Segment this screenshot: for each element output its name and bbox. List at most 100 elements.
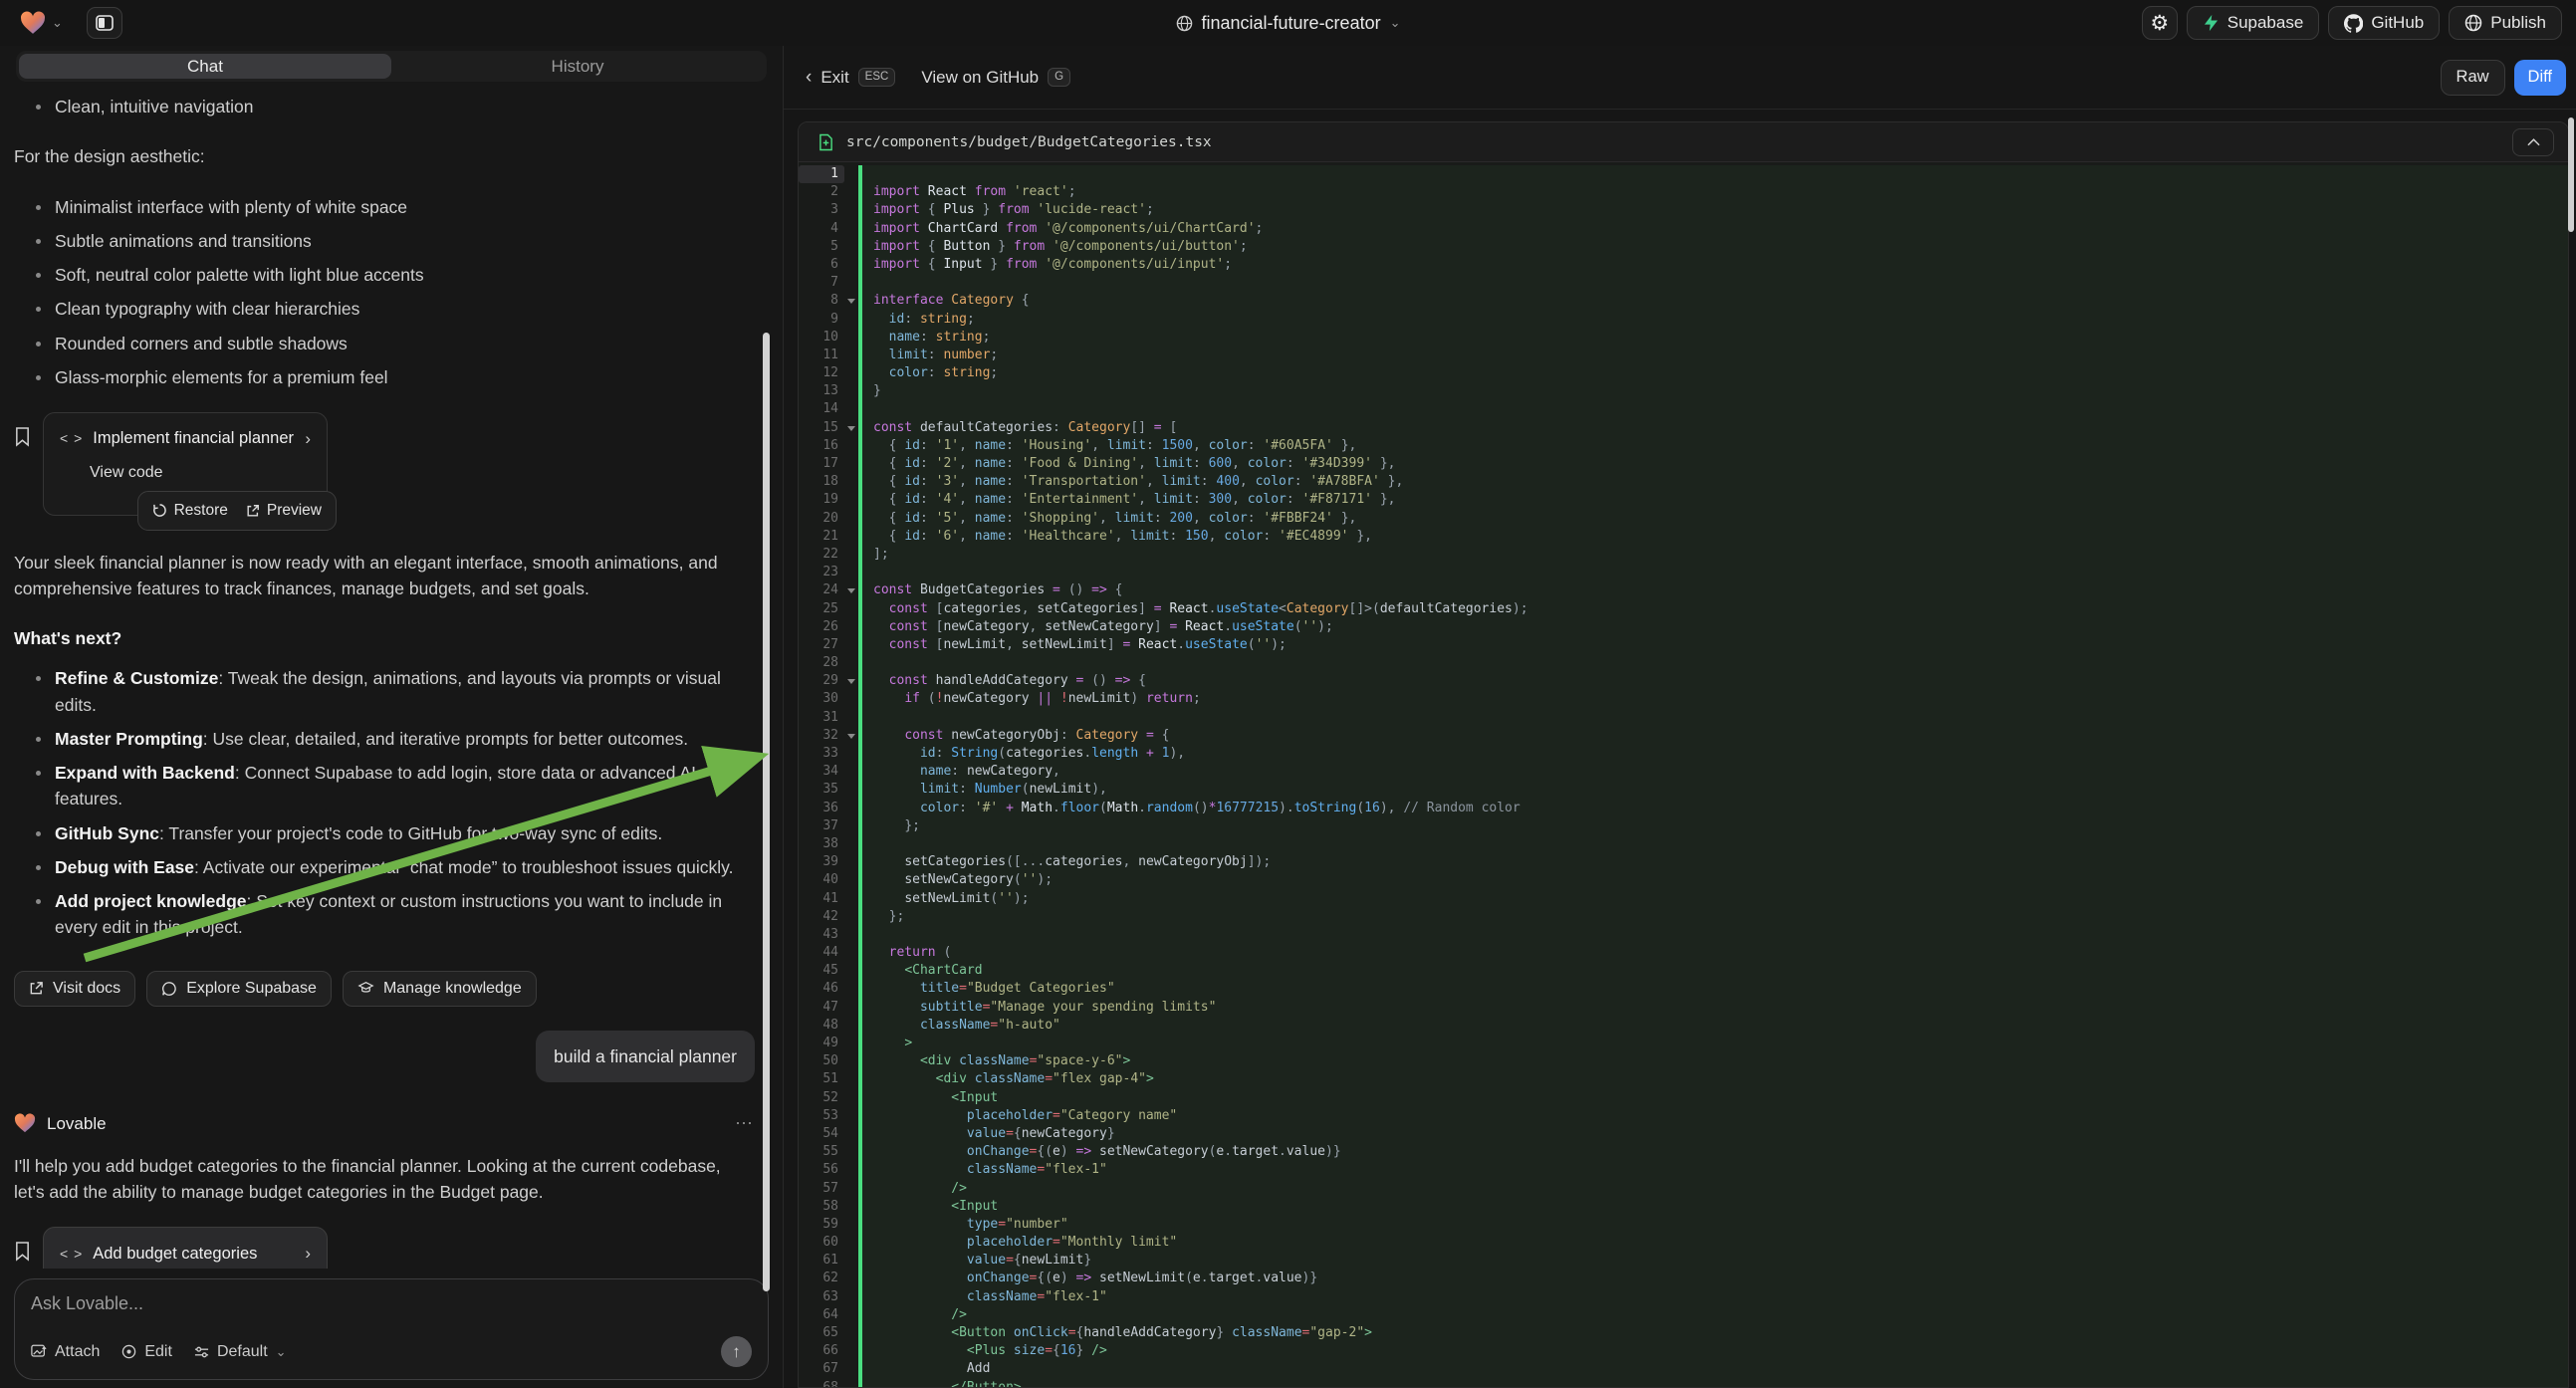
code-line: 21 { id: '6', name: 'Healthcare', limit:… bbox=[799, 528, 2568, 546]
scrolled-bullet-list: Clean, intuitive navigation bbox=[14, 94, 755, 119]
code-line: 49 > bbox=[799, 1035, 2568, 1052]
lovable-app: ⌄ financial-future-creator ⌄ ⚙ Supabase bbox=[0, 0, 2576, 1388]
supabase-button[interactable]: Supabase bbox=[2187, 6, 2320, 40]
design-heading: For the design aesthetic: bbox=[14, 143, 755, 169]
exit-button[interactable]: ‹ Exit ESC bbox=[806, 67, 895, 89]
collapse-file-button[interactable] bbox=[2512, 128, 2554, 156]
toggle-sidebar-button[interactable] bbox=[87, 7, 122, 39]
code-panel: ‹ Exit ESC View on GitHub G Raw Diff src… bbox=[783, 46, 2576, 1388]
code-line: 63 className="flex-1" bbox=[799, 1288, 2568, 1306]
sliders-icon bbox=[194, 1345, 209, 1359]
bookmark-icon[interactable] bbox=[14, 1241, 31, 1262]
code-line: 28 bbox=[799, 654, 2568, 672]
code-line: 16 { id: '1', name: 'Housing', limit: 15… bbox=[799, 437, 2568, 455]
manage-knowledge-button[interactable]: Manage knowledge bbox=[343, 971, 537, 1007]
attach-button[interactable]: Attach bbox=[31, 1343, 100, 1361]
supabase-bolt-icon bbox=[2203, 14, 2220, 32]
send-button[interactable]: ↑ bbox=[721, 1336, 752, 1367]
assistant-header: Lovable ⋯ bbox=[14, 1110, 755, 1137]
code-line: 52 <Input bbox=[799, 1089, 2568, 1107]
code-line: 25 const [categories, setCategories] = R… bbox=[799, 600, 2568, 618]
code-line: 55 onChange={(e) => setNewCategory(e.tar… bbox=[799, 1143, 2568, 1161]
more-menu-icon[interactable]: ⋯ bbox=[735, 1110, 755, 1137]
panel-toggle-icon bbox=[96, 15, 114, 31]
design-bullet-list: Minimalist interface with plenty of whit… bbox=[14, 194, 755, 391]
code-line: 33 id: String(categories.length + 1), bbox=[799, 745, 2568, 763]
project-selector[interactable]: financial-future-creator ⌄ bbox=[1176, 0, 1401, 46]
explore-supabase-button[interactable]: Explore Supabase bbox=[146, 971, 332, 1007]
code-line: 61 value={newLimit} bbox=[799, 1252, 2568, 1270]
preview-button[interactable]: Preview bbox=[246, 499, 322, 522]
code-line: 31 bbox=[799, 709, 2568, 727]
code-line: 1 bbox=[799, 165, 2568, 183]
code-line: 56 className="flex-1" bbox=[799, 1161, 2568, 1179]
diff-toggle-button[interactable]: Diff bbox=[2514, 60, 2566, 96]
code-line: 40 setNewCategory(''); bbox=[799, 871, 2568, 889]
visit-docs-button[interactable]: Visit docs bbox=[14, 971, 135, 1007]
globe-icon bbox=[1176, 15, 1193, 32]
code-line: 20 { id: '5', name: 'Shopping', limit: 2… bbox=[799, 510, 2568, 528]
version-card-add-budget-categories[interactable]: < > Add budget categories › View code Re… bbox=[43, 1227, 328, 1269]
code-line: 62 onChange={(e) => setNewLimit(e.target… bbox=[799, 1270, 2568, 1287]
restore-icon bbox=[152, 503, 167, 518]
list-item: Master Prompting: Use clear, detailed, a… bbox=[14, 726, 755, 752]
chevron-down-icon: ⌄ bbox=[276, 1344, 287, 1360]
code-line: 59 type="number" bbox=[799, 1216, 2568, 1234]
version-card-implement-financial-planner[interactable]: < > Implement financial planner › View c… bbox=[43, 412, 328, 516]
assistant-message-1: Your sleek financial planner is now read… bbox=[14, 550, 755, 602]
list-item: Clean typography with clear hierarchies bbox=[14, 296, 755, 322]
bookmark-icon[interactable] bbox=[14, 426, 31, 447]
chevron-right-icon: › bbox=[305, 1241, 311, 1267]
chat-scrollbar[interactable] bbox=[763, 333, 770, 1291]
assistant-name: Lovable bbox=[47, 1111, 107, 1137]
code-line: 3import { Plus } from 'lucide-react'; bbox=[799, 201, 2568, 219]
code-line: 34 name: newCategory, bbox=[799, 763, 2568, 781]
chevron-down-icon: ⌄ bbox=[1390, 15, 1401, 31]
lovable-heart-icon bbox=[20, 11, 46, 35]
list-item: Add project knowledge: Set key context o… bbox=[14, 888, 755, 941]
restore-button[interactable]: Restore bbox=[152, 499, 228, 522]
lovable-heart-icon bbox=[14, 1113, 36, 1133]
code-file-card: src/components/budget/BudgetCategories.t… bbox=[798, 121, 2569, 1388]
list-item: GitHub Sync: Transfer your project's cod… bbox=[14, 820, 755, 846]
esc-key-badge: ESC bbox=[858, 68, 896, 88]
chat-input[interactable] bbox=[31, 1293, 752, 1323]
file-header[interactable]: src/components/budget/BudgetCategories.t… bbox=[799, 122, 2568, 162]
code-line: 30 if (!newCategory || !newLimit) return… bbox=[799, 690, 2568, 708]
external-link-icon bbox=[29, 981, 44, 996]
edit-mode-button[interactable]: Edit bbox=[121, 1343, 172, 1361]
chevron-up-icon bbox=[2527, 138, 2540, 146]
list-item: Clean, intuitive navigation bbox=[14, 94, 755, 119]
list-item: Minimalist interface with plenty of whit… bbox=[14, 194, 755, 220]
code-line: 64 /> bbox=[799, 1306, 2568, 1324]
arrow-up-icon: ↑ bbox=[732, 1342, 741, 1362]
publish-button[interactable]: Publish bbox=[2449, 6, 2562, 40]
list-item: Glass-morphic elements for a premium fee… bbox=[14, 364, 755, 390]
tab-chat[interactable]: Chat bbox=[19, 54, 391, 79]
user-message-chip: build a financial planner bbox=[536, 1031, 755, 1082]
code-line: 46 title="Budget Categories" bbox=[799, 980, 2568, 998]
chevron-down-icon: ⌄ bbox=[52, 15, 63, 31]
model-selector[interactable]: Default ⌄ bbox=[194, 1343, 287, 1361]
whats-next-heading: What's next? bbox=[14, 625, 755, 651]
code-line: 38 bbox=[799, 835, 2568, 853]
code-line: 50 <div className="space-y-6"> bbox=[799, 1052, 2568, 1070]
tab-history[interactable]: History bbox=[391, 54, 764, 79]
view-on-github-button[interactable]: View on GitHub G bbox=[921, 68, 1070, 88]
settings-button[interactable]: ⚙ bbox=[2142, 6, 2178, 40]
code-line: 65 <Button onClick={handleAddCategory} c… bbox=[799, 1324, 2568, 1342]
code-scrollbar[interactable] bbox=[2568, 117, 2574, 232]
file-added-icon bbox=[819, 133, 833, 151]
g-key-badge: G bbox=[1048, 68, 1070, 88]
code-line: 23 bbox=[799, 564, 2568, 581]
raw-toggle-button[interactable]: Raw bbox=[2441, 60, 2505, 96]
code-line: 2import React from 'react'; bbox=[799, 183, 2568, 201]
github-button[interactable]: GitHub bbox=[2328, 6, 2440, 40]
code-line: 66 <Plus size={16} /> bbox=[799, 1342, 2568, 1360]
list-item: Rounded corners and subtle shadows bbox=[14, 331, 755, 356]
code-line: 22]; bbox=[799, 546, 2568, 564]
view-code-link[interactable]: View code bbox=[90, 461, 311, 485]
lovable-logo-menu[interactable]: ⌄ bbox=[20, 11, 63, 35]
code-line: 24const BudgetCategories = () => { bbox=[799, 581, 2568, 599]
code-line: 19 { id: '4', name: 'Entertainment', lim… bbox=[799, 491, 2568, 509]
